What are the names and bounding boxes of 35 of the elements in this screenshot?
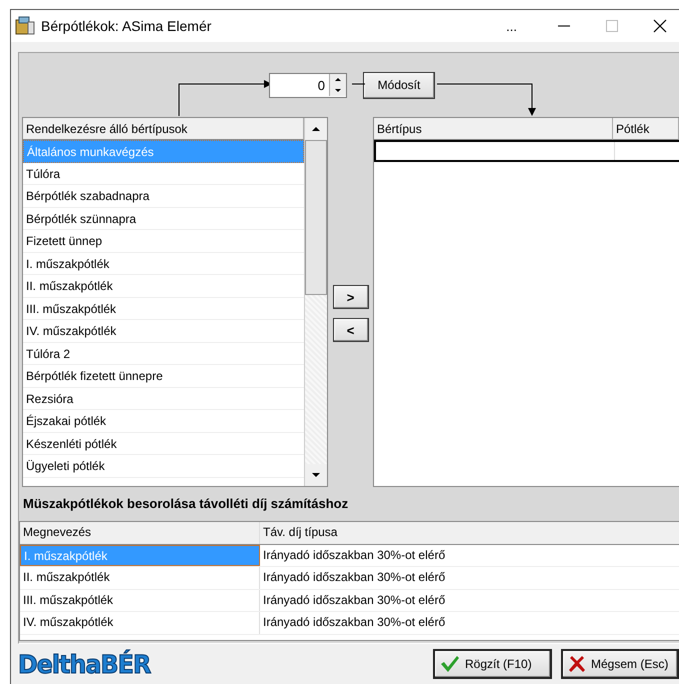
column-header: Pótlék	[613, 118, 679, 140]
save-button[interactable]: Rögzít (F10)	[433, 649, 552, 679]
list-item[interactable]: Rezsióra	[23, 388, 304, 410]
list-item[interactable]: IV. műszakpótlék	[23, 320, 304, 342]
table-cell-text: Irányadó időszakban 30%-ot elérő	[262, 569, 446, 586]
list-item[interactable]: Bérpótlék szünnapra	[23, 208, 304, 230]
table-cell[interactable]: IV. műszakpótlék	[20, 612, 260, 634]
list-item[interactable]: I. műszakpótlék	[23, 252, 304, 275]
list-item[interactable]: Bérpótlék szabadnapra	[23, 185, 304, 208]
list-item[interactable]: Éjszakai pótlék	[23, 410, 304, 432]
list-item[interactable]: II. műszakpótlék	[23, 275, 304, 298]
list-item[interactable]: Készenléti pótlék	[23, 432, 304, 455]
list-item[interactable]: Ügyeleti pótlék	[23, 455, 304, 478]
table-cell-text: Irányadó időszakban 30%-ot elérő	[262, 546, 446, 564]
window-title: Bérpótlékok: ASima Elemér	[41, 18, 212, 34]
spin-field[interactable]: 0	[269, 72, 347, 98]
table-cell-text: Irányadó időszakban 30%-ot elérő	[262, 614, 446, 631]
table-cell[interactable]: II. műszakpótlék	[20, 567, 260, 588]
column-header: Bértípus	[374, 118, 613, 140]
column-header: Táv. díj típusa	[262, 524, 338, 541]
move-button[interactable]: >	[332, 285, 368, 309]
more-button[interactable]: ...	[506, 18, 517, 34]
logo: DelthaBÉR	[18, 650, 150, 678]
move-button[interactable]: <	[332, 318, 368, 342]
cancel-button[interactable]: Mégsem (Esc)	[561, 649, 679, 679]
column-header: Rendelkezésre álló bértípusok	[23, 118, 304, 140]
list-item[interactable]: Bérpótlék fizetett ünnepre	[23, 365, 304, 388]
list-item[interactable]: III. műszakpótlék	[23, 298, 304, 320]
list-item[interactable]: Túlóra 2	[23, 342, 304, 365]
modify-button[interactable]: Módosít	[363, 72, 435, 98]
column-header: Megnevezés	[20, 522, 260, 544]
table-cell[interactable]: III. műszakpótlék	[20, 590, 260, 611]
list-item[interactable]: Túlóra	[23, 162, 304, 185]
table-cell-text: Irányadó időszakban 30%-ot elérő	[262, 592, 446, 608]
list-item[interactable]: Fizetett ünnep	[23, 230, 304, 252]
